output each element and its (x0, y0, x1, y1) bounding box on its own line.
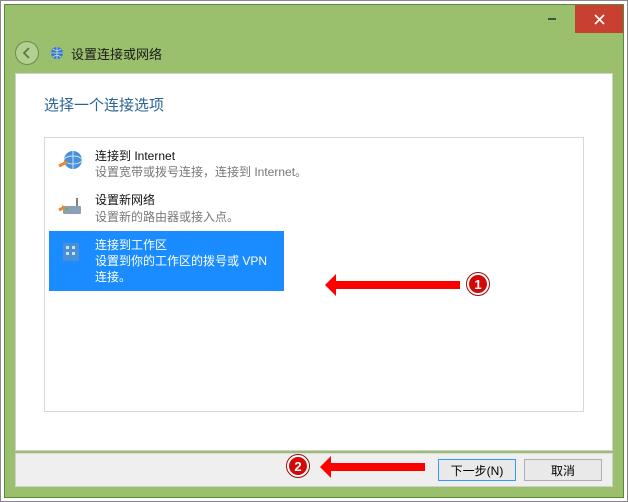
option-title: 设置新网络 (95, 192, 239, 208)
building-icon (57, 237, 85, 265)
option-desc: 设置新的路由器或接入点。 (95, 209, 239, 225)
annotation-arrow-1 (330, 281, 460, 289)
annotation-badge-2: 2 (287, 455, 309, 477)
close-button[interactable] (575, 5, 623, 33)
content-pane: 选择一个连接选项 连接到 Internet 设置宽带或拨号连接，连接到 Inte… (15, 73, 613, 451)
close-icon (594, 14, 605, 25)
dialog-window: 设置连接或网络 选择一个连接选项 连接到 Internet 设置宽带或拨号连接，… (4, 4, 624, 498)
option-desc: 设置到你的工作区的拨号或 VPN 连接。 (95, 253, 276, 285)
window-title: 设置连接或网络 (71, 44, 162, 63)
annotation-badge-1: 1 (467, 273, 489, 295)
router-icon (57, 192, 85, 220)
minimize-icon (547, 14, 557, 24)
network-icon (49, 45, 65, 61)
next-button[interactable]: 下一步(N) (438, 459, 516, 481)
option-new-network[interactable]: 设置新网络 设置新的路由器或接入点。 (49, 186, 579, 230)
option-title: 连接到工作区 (95, 237, 276, 253)
minimize-button[interactable] (529, 5, 575, 33)
globe-icon (57, 148, 85, 176)
page-heading: 选择一个连接选项 (44, 94, 584, 115)
titlebar (5, 5, 623, 33)
option-desc: 设置宽带或拨号连接，连接到 Internet。 (95, 164, 307, 180)
back-arrow-icon (21, 47, 33, 59)
option-connect-internet[interactable]: 连接到 Internet 设置宽带或拨号连接，连接到 Internet。 (49, 142, 579, 186)
header-bar: 设置连接或网络 (5, 33, 623, 73)
annotation-arrow-2 (325, 463, 425, 471)
cancel-button[interactable]: 取消 (524, 459, 602, 481)
option-title: 连接到 Internet (95, 148, 307, 164)
option-connect-workplace[interactable]: 连接到工作区 设置到你的工作区的拨号或 VPN 连接。 (49, 231, 284, 292)
back-button[interactable] (15, 41, 39, 65)
